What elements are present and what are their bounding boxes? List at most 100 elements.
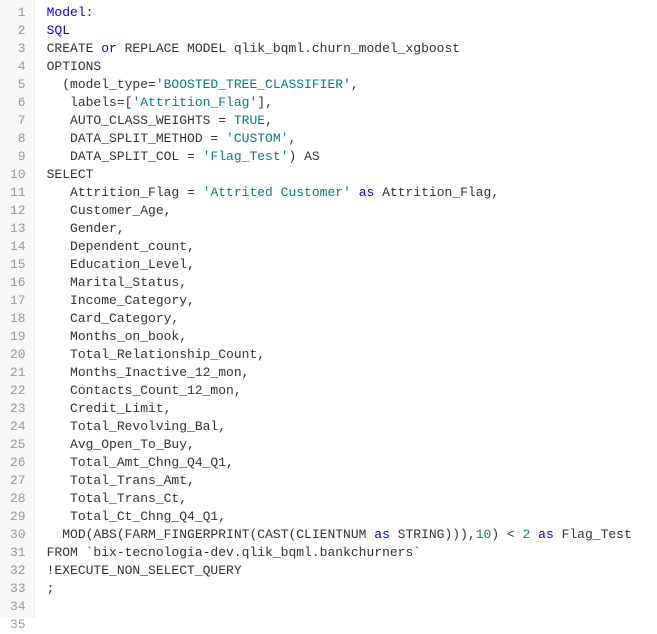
code-token: Attrition_Flag = [47, 185, 203, 200]
line-number: 9 [10, 148, 26, 166]
code-token: , [265, 113, 273, 128]
code-token: Months_on_book, [47, 329, 187, 344]
code-token: SELECT [47, 167, 94, 182]
line-number: 25 [10, 436, 26, 454]
line-number: 24 [10, 418, 26, 436]
code-token: Total_Trans_Amt, [47, 473, 195, 488]
code-line: Total_Trans_Amt, [47, 472, 657, 490]
code-line: Contacts_Count_12_mon, [47, 382, 657, 400]
line-number: 5 [10, 76, 26, 94]
code-line: Credit_Limit, [47, 400, 657, 418]
code-token: as [359, 185, 375, 200]
code-line: CREATE or REPLACE MODEL qlik_bqml.churn_… [47, 40, 657, 58]
code-token: as [374, 527, 390, 542]
code-token: Marital_Status, [47, 275, 187, 290]
code-token: Education_Level, [47, 257, 195, 272]
line-number: 32 [10, 562, 26, 580]
code-token: CREATE [47, 41, 102, 56]
code-token: labels=[ [47, 95, 133, 110]
code-line: Customer_Age, [47, 202, 657, 220]
line-number: 3 [10, 40, 26, 58]
code-token: AUTO_CLASS_WEIGHTS = [47, 113, 234, 128]
code-line: Gender, [47, 220, 657, 238]
line-number: 4 [10, 58, 26, 76]
code-line: SELECT [47, 166, 657, 184]
code-token: DATA_SPLIT_COL = [47, 149, 203, 164]
code-token: 10 [476, 527, 492, 542]
code-token: MOD(ABS(FARM_FINGERPRINT(CAST(CLIENTNUM [47, 527, 375, 542]
code-token: or [101, 41, 117, 56]
line-number: 2 [10, 22, 26, 40]
line-number: 17 [10, 292, 26, 310]
line-number: 26 [10, 454, 26, 472]
code-line: Months_on_book, [47, 328, 657, 346]
line-number: 21 [10, 364, 26, 382]
line-number: 30 [10, 526, 26, 544]
code-token: Customer_Age, [47, 203, 172, 218]
code-token: ], [257, 95, 273, 110]
code-token: STRING))), [390, 527, 476, 542]
line-number: 34 [10, 598, 26, 616]
code-token: 'Attrition_Flag' [132, 95, 257, 110]
code-token: Card_Category, [47, 311, 180, 326]
code-line: Total_Ct_Chng_Q4_Q1, [47, 508, 657, 526]
code-token [351, 185, 359, 200]
line-number: 18 [10, 310, 26, 328]
code-line [47, 598, 657, 616]
code-token: FROM `bix-tecnologia-dev.qlik_bqml.bankc… [47, 545, 421, 560]
line-number: 33 [10, 580, 26, 598]
code-line: OPTIONS [47, 58, 657, 76]
code-token: ) < [491, 527, 522, 542]
code-token: Months_Inactive_12_mon, [47, 365, 250, 380]
code-token: Income_Category, [47, 293, 195, 308]
code-token: OPTIONS [47, 59, 102, 74]
code-token: , [351, 77, 359, 92]
code-token: Contacts_Count_12_mon, [47, 383, 242, 398]
code-token: Model [47, 5, 86, 20]
line-number: 29 [10, 508, 26, 526]
line-number: 14 [10, 238, 26, 256]
line-number: 35 [10, 616, 26, 634]
code-token: Total_Ct_Chng_Q4_Q1, [47, 509, 226, 524]
line-number: 31 [10, 544, 26, 562]
code-line: !EXECUTE_NON_SELECT_QUERY [47, 562, 657, 580]
code-area: Model:SQLCREATE or REPLACE MODEL qlik_bq… [35, 0, 657, 618]
code-token: 'CUSTOM' [226, 131, 288, 146]
code-token: TRUE [234, 113, 265, 128]
code-token: Total_Trans_Ct, [47, 491, 187, 506]
code-line: DATA_SPLIT_METHOD = 'CUSTOM', [47, 130, 657, 148]
line-number: 11 [10, 184, 26, 202]
code-token: Total_Relationship_Count, [47, 347, 265, 362]
code-line: Avg_Open_To_Buy, [47, 436, 657, 454]
line-number: 23 [10, 400, 26, 418]
code-line: Income_Category, [47, 292, 657, 310]
line-number: 22 [10, 382, 26, 400]
code-line: Model: [47, 4, 657, 22]
line-number: 28 [10, 490, 26, 508]
code-line: Dependent_count, [47, 238, 657, 256]
code-token: ) AS [288, 149, 319, 164]
code-token: 'Attrited Customer' [203, 185, 351, 200]
line-number: 10 [10, 166, 26, 184]
code-token: Total_Revolving_Bal, [47, 419, 226, 434]
code-token: Gender, [47, 221, 125, 236]
line-number: 27 [10, 472, 26, 490]
code-line: Attrition_Flag = 'Attrited Customer' as … [47, 184, 657, 202]
line-number: 15 [10, 256, 26, 274]
code-line: ; [47, 580, 657, 598]
code-token: 'Flag_Test' [203, 149, 289, 164]
code-token: Credit_Limit, [47, 401, 172, 416]
line-number: 13 [10, 220, 26, 238]
code-line: Months_Inactive_12_mon, [47, 364, 657, 382]
code-token: Attrition_Flag, [374, 185, 499, 200]
line-number: 6 [10, 94, 26, 112]
code-line: Total_Relationship_Count, [47, 346, 657, 364]
code-line: Card_Category, [47, 310, 657, 328]
line-number: 1 [10, 4, 26, 22]
code-token: Avg_Open_To_Buy, [47, 437, 195, 452]
code-token [530, 527, 538, 542]
line-number: 19 [10, 328, 26, 346]
code-line: labels=['Attrition_Flag'], [47, 94, 657, 112]
line-number: 12 [10, 202, 26, 220]
code-line: (model_type='BOOSTED_TREE_CLASSIFIER', [47, 76, 657, 94]
